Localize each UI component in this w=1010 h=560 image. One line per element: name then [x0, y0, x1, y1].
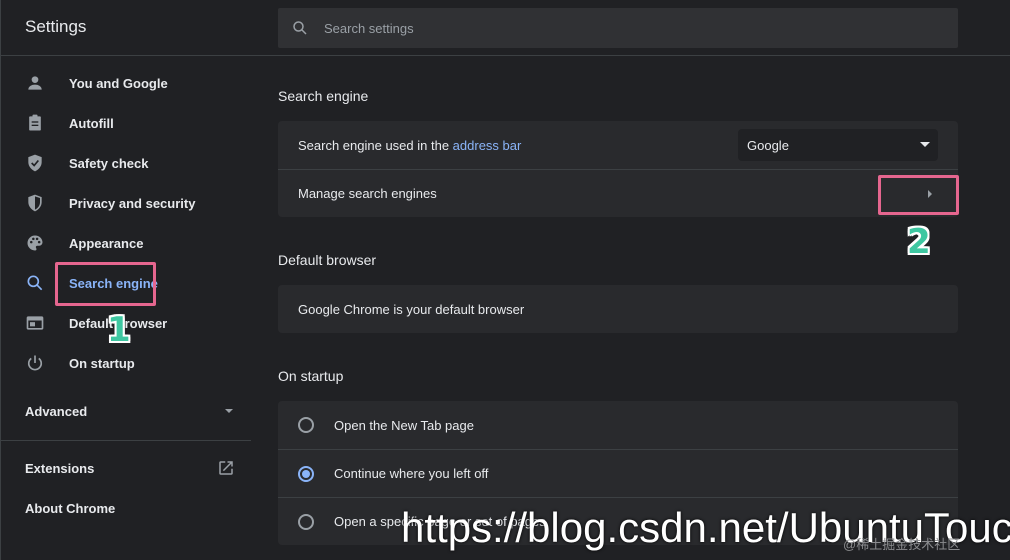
- sidebar-item-label: You and Google: [69, 75, 168, 91]
- radio-new-tab[interactable]: [298, 417, 314, 433]
- annotation-box-2: [878, 175, 959, 215]
- section-title-on-startup: On startup: [278, 368, 344, 384]
- default-browser-status: Google Chrome is your default browser: [298, 301, 525, 317]
- power-icon: [27, 355, 43, 371]
- person-icon: [28, 76, 42, 90]
- sidebar-item-safety-check[interactable]: Safety check: [1, 143, 251, 183]
- shield-icon: [28, 194, 42, 212]
- sidebar-item-appearance[interactable]: Appearance: [1, 223, 251, 263]
- sidebar-divider: [1, 440, 251, 441]
- browser-icon: [26, 316, 44, 330]
- search-engine-selected: Google: [747, 137, 789, 153]
- sidebar-item-extensions[interactable]: Extensions: [25, 456, 235, 480]
- settings-window: Settings You and Google Autofill: [0, 0, 1010, 560]
- shield-check-icon: [28, 154, 42, 172]
- radio-continue[interactable]: [298, 465, 314, 482]
- sidebar-item-label: Autofill: [69, 115, 114, 131]
- search-engine-select[interactable]: Google: [738, 129, 938, 161]
- section-title-search-engine: Search engine: [278, 88, 369, 104]
- startup-option-continue[interactable]: Continue where you left off: [278, 449, 958, 497]
- startup-option-new-tab[interactable]: Open the New Tab page: [278, 401, 958, 449]
- annotation-marker-1: 1: [107, 310, 131, 350]
- advanced-label: Advanced: [25, 403, 88, 419]
- advanced-toggle[interactable]: Advanced: [25, 399, 235, 423]
- sidebar-item-about[interactable]: About Chrome: [25, 496, 235, 520]
- manage-search-engines-row[interactable]: Manage search engines: [278, 169, 958, 217]
- address-bar-link[interactable]: address bar: [453, 138, 522, 153]
- search-icon: [27, 275, 43, 291]
- header: Settings: [1, 0, 1010, 56]
- sidebar-item-label: About Chrome: [25, 500, 116, 516]
- annotation-marker-2: 2: [907, 222, 931, 262]
- search-icon: [293, 21, 307, 35]
- default-browser-row: Google Chrome is your default browser: [278, 285, 958, 333]
- annotation-box-1: [55, 262, 156, 306]
- sidebar-item-privacy[interactable]: Privacy and security: [1, 183, 251, 223]
- palette-icon: [27, 235, 43, 251]
- search-engine-card: Search engine used in the address bar Go…: [278, 121, 958, 217]
- radio-specific-pages[interactable]: [298, 513, 314, 530]
- sidebar-item-label: On startup: [69, 355, 135, 371]
- sidebar-item-you-and-google[interactable]: You and Google: [1, 63, 251, 103]
- chevron-down-icon: [225, 409, 233, 413]
- external-link-icon: [219, 461, 233, 475]
- sidebar-item-autofill[interactable]: Autofill: [1, 103, 251, 143]
- search-engine-used-text: Search engine used in the address bar: [298, 138, 521, 153]
- section-title-default-browser: Default browser: [278, 252, 377, 268]
- sidebar: You and Google Autofill Safety check Pri…: [1, 56, 251, 560]
- page-title: Settings: [25, 17, 87, 36]
- startup-option-label: Open the New Tab page: [334, 417, 474, 433]
- startup-option-label: Continue where you left off: [334, 466, 489, 481]
- sidebar-item-label: Safety check: [69, 155, 149, 171]
- search-engine-used-prefix: Search engine used in the: [298, 137, 453, 153]
- watermark-credit: @稀土掘金技术社区: [843, 537, 961, 552]
- default-browser-card: Google Chrome is your default browser: [278, 285, 958, 333]
- sidebar-item-label: Extensions: [25, 460, 95, 476]
- search-engine-row: Search engine used in the address bar Go…: [278, 121, 958, 169]
- search-input[interactable]: [324, 20, 924, 36]
- dropdown-caret-icon: [920, 142, 930, 147]
- manage-search-engines-label: Manage search engines: [298, 186, 437, 201]
- search-box[interactable]: [278, 8, 958, 48]
- sidebar-item-label: Privacy and security: [69, 195, 196, 211]
- clipboard-icon: [29, 114, 41, 131]
- sidebar-item-label: Appearance: [69, 235, 144, 251]
